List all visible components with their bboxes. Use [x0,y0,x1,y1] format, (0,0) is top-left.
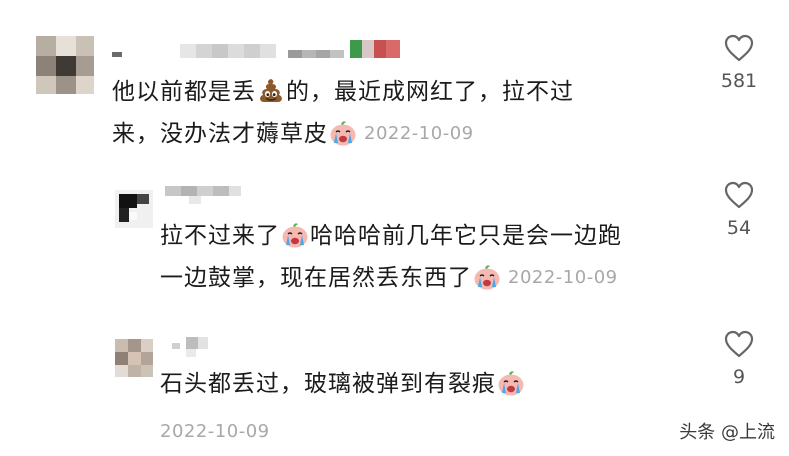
username-obscured[interactable] [165,186,255,206]
comment-text: 拉不过来了 哈哈哈前几年它只是会一边跑 一边鼓掌，现在居然丢东西了 2022-1… [160,221,622,291]
comment-text: 石头都丢过，玻璃被弹到有裂痕 [160,364,526,405]
heart-icon[interactable] [724,34,754,62]
like-count: 581 [720,70,758,92]
avatar[interactable] [36,36,94,94]
watermark: 头条 @上流 [679,422,775,443]
username-obscured[interactable] [112,40,412,62]
crying-face-emoji [473,263,501,291]
comment-thread: 他以前都是丢 的，最近成网红了，拉不过 来，没办法才薅草皮 2022-10-09 [0,0,789,456]
like-count: 54 [726,217,752,239]
comment-date: 2022-10-09 [508,267,618,288]
crying-face-emoji [281,221,309,249]
username-obscured[interactable] [172,337,222,359]
crying-face-emoji [497,369,525,397]
like-button[interactable]: 581 [709,34,769,92]
comment-date: 2022-10-09 [364,123,474,144]
comment-date: 2022-10-09 [160,421,270,442]
heart-icon[interactable] [724,181,754,209]
comment-text: 他以前都是丢 的，最近成网红了，拉不过 来，没办法才薅草皮 2022-10-09 [112,77,574,147]
avatar[interactable] [115,339,153,377]
like-button[interactable]: 9 [709,330,769,388]
crying-face-emoji [329,119,357,147]
poop-emoji [257,77,285,105]
like-button[interactable]: 54 [709,181,769,239]
heart-icon[interactable] [724,330,754,358]
avatar[interactable] [115,190,153,228]
like-count: 9 [732,366,746,388]
